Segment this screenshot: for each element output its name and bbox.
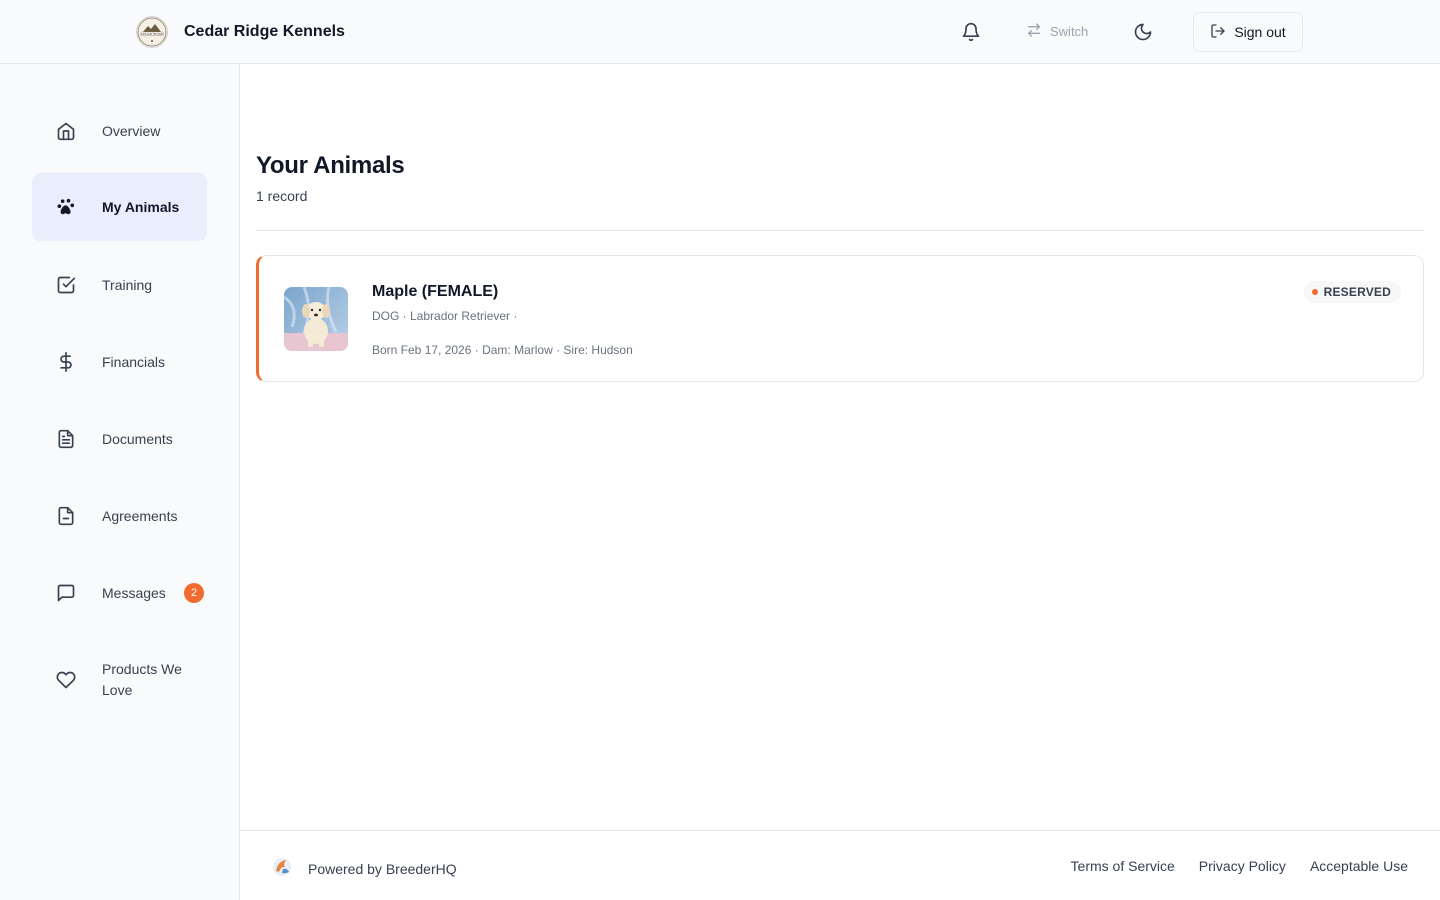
sidebar-item-messages[interactable]: Messages 2 [32,559,207,627]
file-icon [54,504,78,528]
sidebar-item-overview[interactable]: Overview [32,97,207,165]
home-icon [54,119,78,143]
terms-link[interactable]: Terms of Service [1071,858,1175,874]
heart-icon [54,668,78,692]
notification-bell-icon[interactable] [959,20,983,44]
divider [256,230,1424,231]
sidebar-item-label: Training [102,276,153,293]
dark-mode-moon-icon[interactable] [1131,20,1155,44]
sidebar-item-label: Messages [102,584,166,601]
svg-text:CEDAR RIDGE: CEDAR RIDGE [141,32,164,36]
message-icon [54,581,78,605]
animal-name: Maple (FEMALE) [372,283,499,300]
sign-out-button[interactable]: Sign out [1193,12,1303,52]
sidebar: Overview My Animals Training Financials [0,64,240,900]
sidebar-item-label: Agreements [102,507,178,524]
footer: Powered by BreederHQ Terms of Service Pr… [240,830,1440,900]
sidebar-item-documents[interactable]: Documents [32,405,207,473]
privacy-link[interactable]: Privacy Policy [1199,858,1286,874]
brand[interactable]: CEDAR RIDGE Cedar Ridge Kennels [136,16,345,48]
status-dot-icon [1311,289,1318,295]
switch-label: Switch [1050,24,1089,39]
animal-photo [284,287,348,351]
record-count: 1 record [256,188,308,204]
paw-icon [54,195,78,219]
logout-icon [1210,23,1226,42]
animal-card[interactable]: Maple (FEMALE) DOG · Labrador Retriever … [256,255,1424,382]
animal-species-breed: DOG · Labrador Retriever · [372,309,518,323]
page-title: Your Animals [256,152,405,179]
top-header: CEDAR RIDGE Cedar Ridge Kennels Switch S… [0,0,1440,64]
sign-out-label: Sign out [1234,24,1286,40]
powered-by[interactable]: Powered by BreederHQ [270,855,457,882]
switch-button[interactable]: Switch [1026,22,1088,41]
status-badge: RESERVED [1303,281,1401,303]
unread-count-badge: 2 [184,583,204,603]
sidebar-item-financials[interactable]: Financials [32,328,207,396]
footer-links: Terms of Service Privacy Policy Acceptab… [1071,858,1408,874]
dollar-icon [54,350,78,374]
document-icon [54,427,78,451]
powered-by-label: Powered by BreederHQ [308,860,457,877]
brand-name: Cedar Ridge Kennels [184,23,345,40]
breederhq-logo-icon [270,855,294,882]
acceptable-use-link[interactable]: Acceptable Use [1310,858,1408,874]
sidebar-item-label: My Animals [102,198,180,215]
sidebar-item-label: Documents [102,430,173,447]
sidebar-item-my-animals[interactable]: My Animals [32,173,207,241]
checkbox-icon [54,273,78,297]
sidebar-item-label: Financials [102,353,166,370]
sidebar-item-label: Overview [102,122,161,139]
sidebar-item-training[interactable]: Training [32,251,207,319]
kennel-logo: CEDAR RIDGE [136,16,168,48]
sidebar-item-products-we-love[interactable]: Products We Love [32,646,207,714]
status-label: RESERVED [1323,285,1391,299]
animal-birth-lineage: Born Feb 17, 2026 · Dam: Marlow · Sire: … [372,343,633,357]
switch-arrows-icon [1026,22,1042,41]
sidebar-item-label: Products We Love [102,661,182,698]
sidebar-item-agreements[interactable]: Agreements [32,482,207,550]
